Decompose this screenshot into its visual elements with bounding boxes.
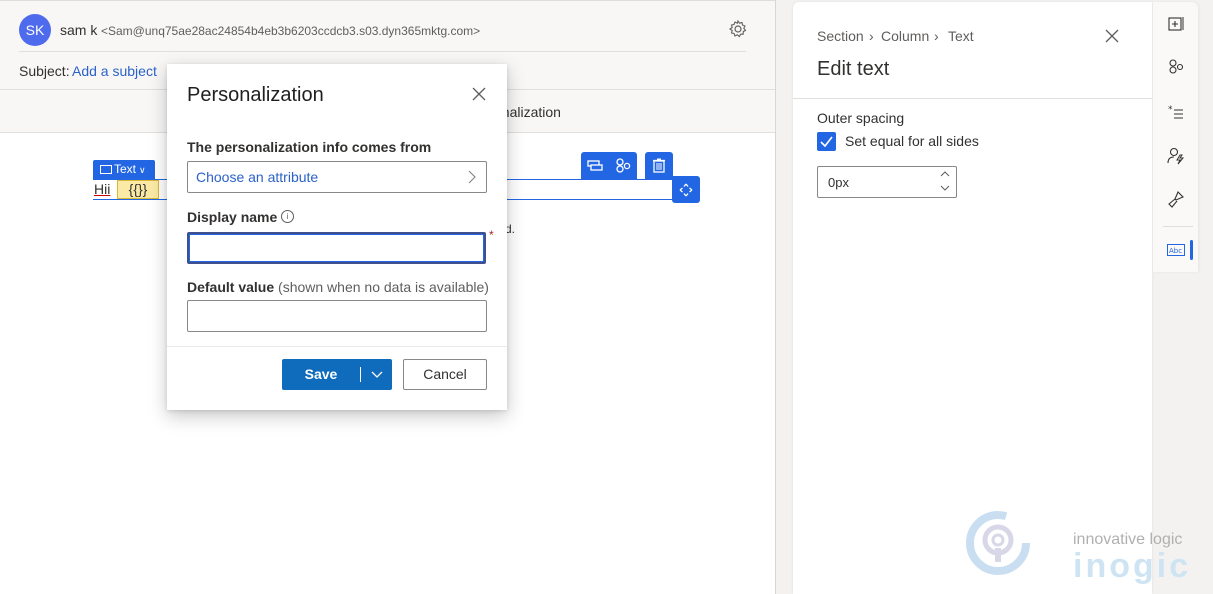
default-value-input[interactable] — [187, 300, 487, 332]
subject-label: Subject: — [19, 63, 70, 79]
chevron-down-icon — [371, 371, 383, 378]
display-name-input[interactable] — [187, 232, 486, 264]
tool-rail: * Abc — [1153, 2, 1198, 272]
breadcrumb-section[interactable]: Section — [817, 28, 864, 44]
personalization-dialog: Personalization The personalization info… — [167, 64, 507, 410]
brush-icon[interactable] — [1153, 179, 1198, 219]
breadcrumb-column[interactable]: Column — [881, 28, 929, 44]
spacing-value: 0px — [828, 175, 849, 190]
increment-icon[interactable] — [940, 171, 950, 177]
dialog-title: Personalization — [187, 84, 324, 106]
header-divider — [19, 51, 746, 52]
styles-list-icon[interactable]: * — [1153, 92, 1198, 132]
watermark-brand: inogic — [1073, 547, 1192, 585]
personalization-icon[interactable] — [609, 152, 637, 179]
sender-name: sam k — [60, 22, 98, 38]
rail-divider — [1163, 226, 1193, 227]
panel-divider — [793, 98, 1152, 99]
personalization-icon[interactable] — [1153, 47, 1198, 87]
default-value-label-text: Default value — [187, 279, 275, 295]
text-block-tag[interactable]: Text ∨ — [93, 160, 155, 179]
avatar: SK — [19, 14, 51, 46]
active-indicator — [1190, 240, 1193, 260]
breadcrumb-separator-icon: › — [934, 28, 939, 44]
attribute-picker-placeholder: Choose an attribute — [196, 169, 319, 185]
outer-spacing-label: Outer spacing — [817, 110, 905, 126]
chevron-right-icon — [468, 170, 476, 184]
decrement-icon[interactable] — [940, 185, 950, 191]
text-block-icon — [100, 165, 112, 174]
delete-icon — [645, 152, 673, 179]
spacing-spinbox[interactable]: 0px — [817, 166, 957, 198]
display-name-label-text: Display name — [187, 209, 278, 225]
layout-icon[interactable] — [581, 152, 609, 179]
cancel-button[interactable]: Cancel — [403, 359, 487, 390]
attribute-picker[interactable]: Choose an attribute — [187, 161, 487, 193]
equal-sides-checkbox[interactable] — [817, 132, 836, 151]
move-icon[interactable] — [672, 176, 700, 203]
properties-panel: Section › Column › Text Edit text Outer … — [793, 2, 1152, 594]
equal-sides-label[interactable]: Set equal for all sides — [845, 133, 979, 149]
add-element-icon[interactable] — [1153, 4, 1198, 44]
close-icon[interactable] — [470, 85, 488, 103]
source-label: The personalization info comes from — [187, 139, 432, 155]
dialog-footer-divider — [167, 346, 507, 347]
block-toolbar — [581, 152, 637, 179]
text-content[interactable]: Hii — [94, 181, 110, 197]
save-button[interactable]: Save — [282, 359, 360, 390]
subject-input[interactable]: Add a subject — [72, 63, 157, 79]
split-divider — [360, 367, 361, 382]
svg-text:*: * — [1168, 105, 1173, 115]
save-options-button[interactable] — [362, 359, 392, 390]
panel-title: Edit text — [817, 58, 890, 80]
inogic-logo-icon — [966, 511, 1030, 575]
breadcrumb-text: Text — [948, 28, 974, 44]
gear-icon[interactable] — [728, 19, 748, 39]
dynamic-content-icon[interactable] — [1153, 136, 1198, 176]
close-icon[interactable] — [1104, 28, 1120, 44]
personalization-token[interactable]: {{}} — [117, 180, 159, 199]
delete-button[interactable] — [645, 152, 673, 179]
sender-email: <Sam@unq75ae28ac24854b4eb3b6203ccdcb3.s0… — [101, 24, 481, 38]
svg-text:Abc: Abc — [1169, 247, 1182, 255]
default-value-label: Default value (shown when no data is ava… — [187, 279, 489, 295]
save-split-button: Save — [282, 359, 392, 390]
breadcrumb-separator-icon: › — [869, 28, 874, 44]
display-name-label: Display name i — [187, 209, 295, 225]
chevron-down-icon: ∨ — [139, 165, 146, 175]
required-marker: * — [489, 228, 494, 242]
info-icon[interactable]: i — [281, 210, 295, 223]
text-block-tag-label: Text — [114, 162, 137, 176]
default-value-hint: (shown when no data is available) — [278, 279, 489, 295]
checkmark-icon — [820, 136, 833, 148]
